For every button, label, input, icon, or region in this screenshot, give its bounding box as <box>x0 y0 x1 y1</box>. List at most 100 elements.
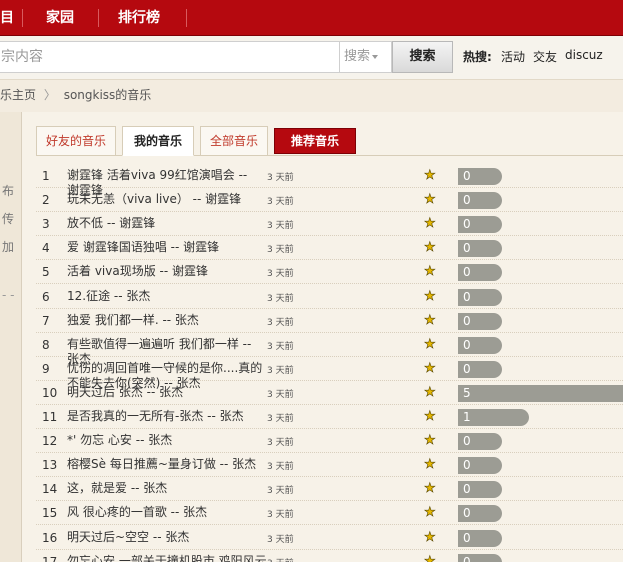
hot-search-link[interactable]: discuz <box>565 48 603 62</box>
favorite-star-icon[interactable]: ★ <box>424 481 436 497</box>
search-bar: 搜索 搜索 热搜: 活动 交友 discuz <box>0 36 623 80</box>
song-number: 12 <box>42 434 58 449</box>
song-row: 5 活着 viva现场版 -- 谢霆锋 3 天前 ★ 0 <box>36 260 623 285</box>
song-title-link[interactable]: 玩未无恙（viva live） -- 谢霆锋 <box>67 192 267 207</box>
nav-divider <box>186 9 187 27</box>
favorite-star-icon[interactable]: ★ <box>424 529 436 545</box>
song-title-link[interactable]: 明天过后 张杰 -- 张杰 <box>67 385 267 400</box>
song-title-link[interactable]: 这，就是爱 -- 张杰 <box>67 481 267 496</box>
song-row: 4 爱 谢霆锋国语独唱 -- 谢霆锋 3 天前 ★ 0 <box>36 236 623 261</box>
favorite-star-icon[interactable]: ★ <box>424 553 436 562</box>
song-number: 15 <box>42 506 58 521</box>
search-button[interactable]: 搜索 <box>392 41 453 73</box>
nav-divider <box>22 9 23 27</box>
song-added-time: 3 天前 <box>267 438 294 449</box>
favorite-star-icon[interactable]: ★ <box>424 192 436 208</box>
song-row: 2 玩未无恙（viva live） -- 谢霆锋 3 天前 ★ 0 <box>36 188 623 213</box>
song-title-link[interactable]: 放不低 -- 谢霆锋 <box>67 216 267 231</box>
favorite-star-icon[interactable]: ★ <box>424 360 436 376</box>
favorite-star-icon[interactable]: ★ <box>424 385 436 401</box>
nav-item-home[interactable]: 家园 <box>46 0 74 36</box>
favorite-star-icon[interactable]: ★ <box>424 288 436 304</box>
song-title-link[interactable]: 勿忘心安 一部关于撞机股市 鸡阳风云 <box>67 554 267 562</box>
tab-friends-music[interactable]: 好友的音乐 <box>36 126 116 156</box>
chevron-down-icon <box>372 54 379 59</box>
song-number: 4 <box>42 241 50 256</box>
nav-item-ranking[interactable]: 排行榜 <box>118 0 160 36</box>
song-row: 6 12.征途 -- 张杰 3 天前 ★ 0 <box>36 285 623 309</box>
song-row: 7 独爱 我们都一样. -- 张杰 3 天前 ★ 0 <box>36 309 623 333</box>
song-row: 17 勿忘心安 一部关于撞机股市 鸡阳风云3 天前 ★ 0 <box>36 550 623 562</box>
song-added-time: 3 天前 <box>267 414 294 424</box>
song-title-link[interactable]: *' 勿忘 心安 -- 张杰 <box>67 433 267 448</box>
song-title-link[interactable]: 榕樱Sè 每日推薦~量身订做 -- 张杰 <box>67 457 267 472</box>
sidebar-item[interactable]: 传 <box>2 210 14 227</box>
play-count-bar: 0 <box>458 481 502 499</box>
tab-all-music[interactable]: 全部音乐 <box>200 126 268 156</box>
song-number: 2 <box>42 193 50 208</box>
main-content: 好友的音乐 我的音乐 全部音乐 推荐音乐 1 谢霆锋 活着viva 99红馆演唱会… <box>22 112 623 562</box>
favorite-star-icon[interactable]: ★ <box>424 505 436 521</box>
play-count-bar: 5 <box>458 384 623 402</box>
play-count-bar: 0 <box>458 216 502 234</box>
favorite-star-icon[interactable]: ★ <box>424 168 436 184</box>
play-count-bar: 0 <box>458 553 502 562</box>
left-sidebar: 布 传 加 - - <box>0 112 22 562</box>
sidebar-item[interactable]: 加 <box>2 238 14 255</box>
play-count-bar: 0 <box>458 288 502 306</box>
song-added-time: 3 天前 <box>267 317 294 328</box>
song-row: 3 放不低 -- 谢霆锋 3 天前 ★ 0 <box>36 212 623 237</box>
song-title-link[interactable]: 爱 谢霆锋国语独唱 -- 谢霆锋 <box>67 240 267 255</box>
song-added-time: 3 天前 <box>267 269 294 280</box>
play-count-bar: 0 <box>458 336 502 354</box>
song-title-link[interactable]: 12.征途 -- 张杰 <box>67 289 267 304</box>
search-scope-label: 搜索 <box>344 49 371 64</box>
song-number: 9 <box>42 361 50 376</box>
song-added-time: 3 天前 <box>267 197 294 208</box>
song-title-link[interactable]: 活着 viva现场版 -- 谢霆锋 <box>67 264 267 279</box>
hot-search-link[interactable]: 交友 <box>533 48 557 65</box>
tab-recommended-music[interactable]: 推荐音乐 <box>274 128 356 154</box>
song-title-link[interactable]: 明天过后~空空 -- 张杰 <box>67 530 267 545</box>
song-number: 3 <box>42 217 50 232</box>
favorite-star-icon[interactable]: ★ <box>424 312 436 328</box>
song-number: 13 <box>42 458 58 473</box>
play-count-bar: 0 <box>458 168 502 185</box>
song-title-link[interactable]: 是否我真的一无所有-张杰 -- 张杰 <box>67 409 267 424</box>
search-input[interactable] <box>0 41 340 73</box>
search-scope-select[interactable]: 搜索 <box>340 41 392 73</box>
hot-search-link[interactable]: 活动 <box>501 48 525 65</box>
song-added-time: 3 天前 <box>267 510 294 521</box>
play-count-bar: 1 <box>458 409 529 426</box>
favorite-star-icon[interactable]: ★ <box>424 457 436 473</box>
song-number: 5 <box>42 265 50 280</box>
favorite-star-icon[interactable]: ★ <box>424 264 436 280</box>
song-added-time: 3 天前 <box>267 293 294 304</box>
play-count-bar: 0 <box>458 505 502 523</box>
tab-my-music[interactable]: 我的音乐 <box>122 126 194 156</box>
breadcrumb-separator: 〉 <box>43 88 56 102</box>
song-title-link[interactable]: 独爱 我们都一样. -- 张杰 <box>67 313 267 328</box>
song-row: 1 谢霆锋 活着viva 99红馆演唱会 -- 谢霆锋 3 天前 ★ 0 <box>36 164 623 197</box>
song-number: 16 <box>42 530 58 545</box>
song-number: 8 <box>42 337 50 352</box>
sidebar-item[interactable]: 布 <box>2 182 14 199</box>
song-number: 7 <box>42 313 50 328</box>
song-title-link[interactable]: 风 很心疼的一首歌 -- 张杰 <box>67 505 267 520</box>
favorite-star-icon[interactable]: ★ <box>424 216 436 232</box>
favorite-star-icon[interactable]: ★ <box>424 240 436 256</box>
nav-divider <box>98 9 99 27</box>
song-row: 12 *' 勿忘 心安 -- 张杰 3 天前 ★ 0 <box>36 429 623 454</box>
favorite-star-icon[interactable]: ★ <box>424 409 436 425</box>
top-nav: 目 家园 排行榜 <box>0 0 623 36</box>
song-added-time: 3 天前 <box>267 462 294 473</box>
song-row: 9 忧伤的凋回首唯一守候的是你....真的不能失去你(突然) -- 张杰 3 天前 ★… <box>36 357 623 390</box>
song-row: 8 有些歌值得一遍遍听 我们都一样 -- 张杰 3 天前 ★ 0 <box>36 333 623 366</box>
play-count-bar: 0 <box>458 529 502 547</box>
nav-item-truncated[interactable]: 目 <box>0 0 14 36</box>
song-row: 10 明天过后 张杰 -- 张杰 3 天前 ★ 5 <box>36 381 623 405</box>
song-added-time: 3 天前 <box>267 245 294 256</box>
favorite-star-icon[interactable]: ★ <box>424 336 436 352</box>
favorite-star-icon[interactable]: ★ <box>424 433 436 449</box>
breadcrumb-home[interactable]: 乐主页 <box>0 88 36 102</box>
